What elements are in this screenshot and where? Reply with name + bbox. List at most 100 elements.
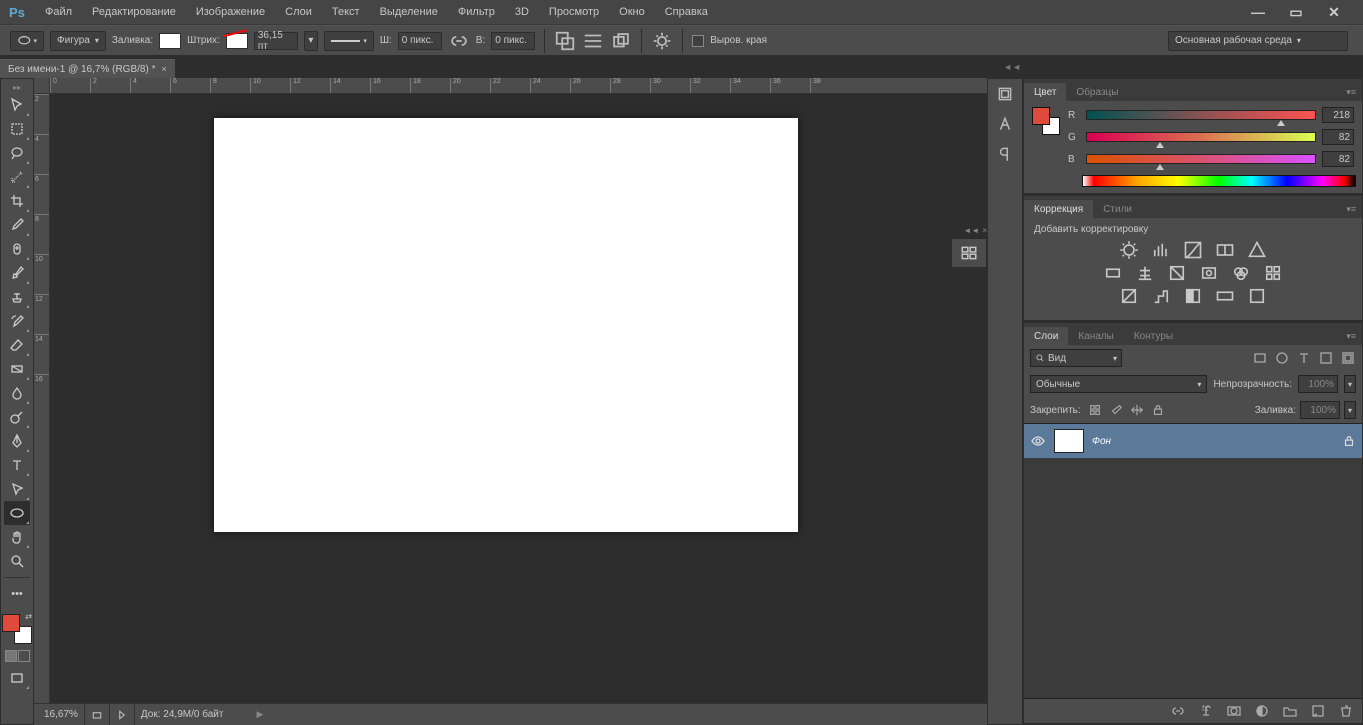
gradient-tool[interactable] xyxy=(4,357,30,381)
brush-tool[interactable] xyxy=(4,261,30,285)
quickmask-mode-button[interactable] xyxy=(18,650,30,662)
vertical-ruler[interactable]: 246810121416 xyxy=(34,94,50,703)
layer-style-icon[interactable]: fx xyxy=(1198,703,1214,719)
height-field[interactable]: 0 пикс. xyxy=(491,32,535,50)
brightness-contrast-icon[interactable] xyxy=(1119,241,1139,259)
hue-ramp[interactable] xyxy=(1082,175,1356,187)
float-arrow-icon[interactable]: ◄◄ xyxy=(963,226,979,235)
document-canvas[interactable] xyxy=(214,118,798,532)
lock-position-icon[interactable] xyxy=(1130,403,1144,417)
color-balance-icon[interactable] xyxy=(1135,264,1155,282)
path-alignment-icon[interactable] xyxy=(582,30,604,52)
edit-toolbar-icon[interactable]: ••• xyxy=(4,582,30,606)
photo-filter-icon[interactable] xyxy=(1199,264,1219,282)
link-layers-icon[interactable] xyxy=(1170,703,1186,719)
opacity-dropdown-icon[interactable]: ▾ xyxy=(1344,375,1356,393)
collapsed-panel-button[interactable] xyxy=(951,238,987,268)
zoom-level[interactable]: 16,67% xyxy=(38,704,85,725)
invert-icon[interactable] xyxy=(1119,287,1139,305)
minimize-button[interactable]: — xyxy=(1244,3,1272,21)
path-selection-tool[interactable] xyxy=(4,477,30,501)
gradient-map-icon[interactable] xyxy=(1215,287,1235,305)
toolbox-collapse-icon[interactable]: ▸▸ xyxy=(1,83,33,93)
panel-color-swatches[interactable] xyxy=(1032,107,1060,135)
b-slider[interactable] xyxy=(1086,154,1316,164)
eraser-tool[interactable] xyxy=(4,333,30,357)
panel-fg-swatch[interactable] xyxy=(1032,107,1050,125)
black-white-icon[interactable] xyxy=(1167,264,1187,282)
move-tool[interactable] xyxy=(4,93,30,117)
marquee-tool[interactable] xyxy=(4,117,30,141)
history-panel-button[interactable] xyxy=(988,79,1022,109)
status-icon[interactable] xyxy=(85,704,110,725)
width-field[interactable]: 0 пикс. xyxy=(398,32,442,50)
clone-stamp-tool[interactable] xyxy=(4,285,30,309)
panel-collapse-arrows[interactable]: ◄◄ xyxy=(1003,62,1021,72)
path-arrangement-icon[interactable] xyxy=(610,30,632,52)
type-tool[interactable] xyxy=(4,453,30,477)
color-swatches[interactable]: ⇄ xyxy=(2,614,32,644)
g-value[interactable]: 82 xyxy=(1322,129,1354,145)
layer-lock-icon[interactable] xyxy=(1342,434,1356,448)
delete-layer-icon[interactable] xyxy=(1338,703,1354,719)
gear-icon[interactable] xyxy=(651,30,673,52)
menu-view[interactable]: Просмотр xyxy=(539,1,609,23)
fill-field[interactable]: 100% xyxy=(1300,401,1340,419)
pen-tool[interactable] xyxy=(4,429,30,453)
group-icon[interactable] xyxy=(1282,703,1298,719)
layer-name[interactable]: Фон xyxy=(1092,436,1111,447)
curves-icon[interactable] xyxy=(1183,241,1203,259)
document-tab[interactable]: Без имени-1 @ 16,7% (RGB/8) * × xyxy=(0,59,175,78)
doc-info[interactable]: Док: 24,9M/0 байт▶ xyxy=(135,704,269,725)
r-value[interactable]: 218 xyxy=(1322,107,1354,123)
foreground-color-swatch[interactable] xyxy=(2,614,20,632)
tab-layers[interactable]: Слои xyxy=(1024,327,1068,345)
menu-3d[interactable]: 3D xyxy=(505,1,539,23)
lock-transparency-icon[interactable] xyxy=(1088,403,1102,417)
menu-layer[interactable]: Слои xyxy=(275,1,322,23)
stroke-style-dropdown[interactable]: ▾ xyxy=(324,31,374,51)
panel-menu-icon[interactable]: ▾≡ xyxy=(1340,328,1362,345)
filter-smart-icon[interactable] xyxy=(1340,350,1356,366)
tab-styles[interactable]: Стили xyxy=(1093,200,1142,218)
layer-item[interactable]: Фон xyxy=(1024,424,1362,458)
float-close-icon[interactable]: × xyxy=(982,226,987,235)
history-brush-tool[interactable] xyxy=(4,309,30,333)
threshold-icon[interactable] xyxy=(1183,287,1203,305)
status-arrow-icon[interactable] xyxy=(110,704,135,725)
menu-help[interactable]: Справка xyxy=(655,1,718,23)
stroke-swatch[interactable] xyxy=(226,33,248,49)
layer-thumbnail[interactable] xyxy=(1054,429,1084,453)
fill-swatch[interactable] xyxy=(159,33,181,49)
layer-filter-dropdown[interactable]: Вид▾ xyxy=(1030,349,1122,367)
filter-pixel-icon[interactable] xyxy=(1252,350,1268,366)
stroke-size-dropdown[interactable]: ▾ xyxy=(304,31,318,51)
lock-all-icon[interactable] xyxy=(1151,403,1165,417)
filter-adjustment-icon[interactable] xyxy=(1274,350,1290,366)
layer-visibility-icon[interactable] xyxy=(1030,433,1046,449)
close-button[interactable]: ✕ xyxy=(1320,3,1348,21)
horizontal-ruler[interactable]: 02468101214161820222426283032343638 xyxy=(50,78,987,94)
panel-menu-icon[interactable]: ▾≡ xyxy=(1340,84,1362,101)
filter-shape-icon[interactable] xyxy=(1318,350,1334,366)
selective-color-icon[interactable] xyxy=(1247,287,1267,305)
close-tab-icon[interactable]: × xyxy=(161,64,166,74)
paragraph-panel-button[interactable] xyxy=(988,139,1022,169)
posterize-icon[interactable] xyxy=(1151,287,1171,305)
standard-mode-button[interactable] xyxy=(5,650,17,662)
menu-window[interactable]: Окно xyxy=(609,1,655,23)
swap-colors-icon[interactable]: ⇄ xyxy=(25,612,32,621)
workspace-dropdown[interactable]: Основная рабочая среда xyxy=(1168,31,1348,51)
hue-saturation-icon[interactable] xyxy=(1103,264,1123,282)
menu-file[interactable]: Файл xyxy=(35,1,82,23)
menu-edit[interactable]: Редактирование xyxy=(82,1,186,23)
stroke-size-field[interactable]: 36,15 пт xyxy=(254,32,298,50)
panel-menu-icon[interactable]: ▾≡ xyxy=(1340,201,1362,218)
zoom-tool[interactable] xyxy=(4,549,30,573)
link-wh-icon[interactable] xyxy=(448,30,470,52)
lock-image-icon[interactable] xyxy=(1109,403,1123,417)
quick-selection-tool[interactable] xyxy=(4,165,30,189)
hand-tool[interactable] xyxy=(4,525,30,549)
color-lookup-icon[interactable] xyxy=(1263,264,1283,282)
menu-image[interactable]: Изображение xyxy=(186,1,275,23)
